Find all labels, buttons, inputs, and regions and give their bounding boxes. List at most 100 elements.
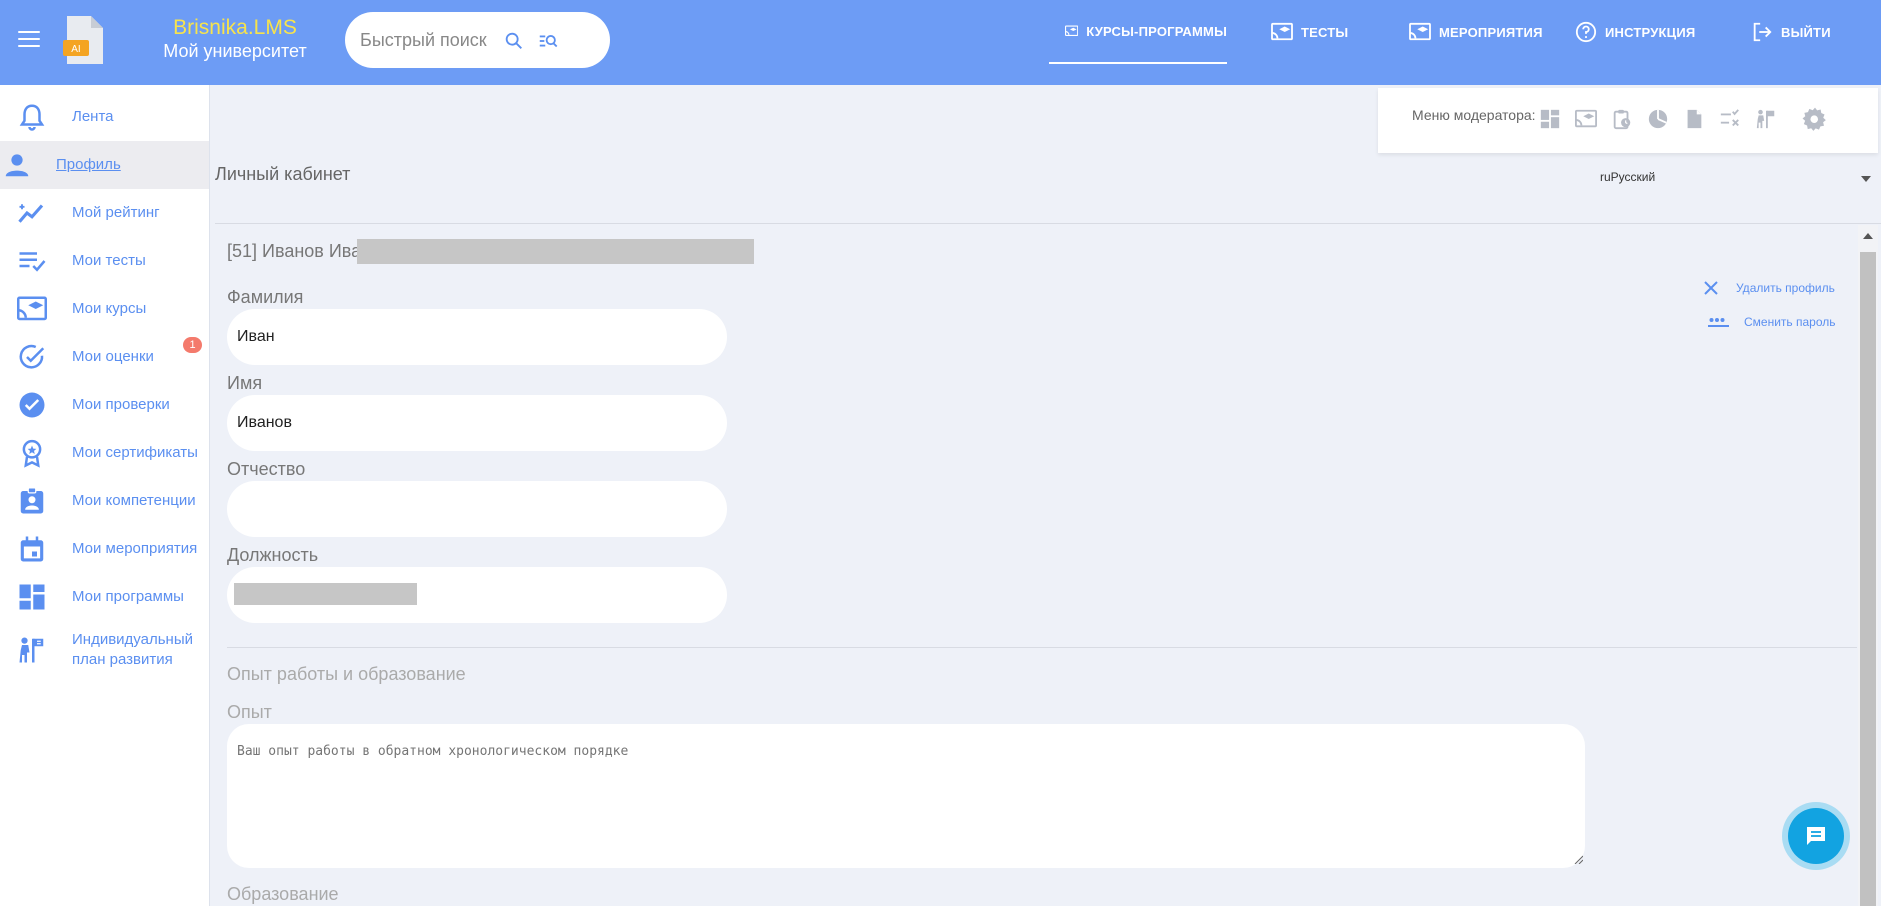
divider (227, 647, 1857, 648)
nav-logout[interactable]: ВЫЙТИ (1751, 0, 1831, 64)
settings-icon[interactable] (1802, 106, 1828, 132)
moderator-menu: Меню модератора: (1378, 88, 1878, 153)
cast-education-icon (1271, 22, 1293, 41)
password-icon (1708, 318, 1729, 327)
file-icon[interactable] (1683, 108, 1705, 130)
sidebar-item-courses[interactable]: Мои курсы (0, 285, 209, 333)
sidebar-item-label: Мои компетенции (72, 492, 196, 509)
nav-label: ТЕСТЫ (1301, 24, 1349, 40)
field-label-lastname: Фамилия (227, 287, 304, 307)
change-password-button[interactable]: Сменить пароль (1708, 315, 1836, 329)
scrollbar[interactable] (1858, 225, 1878, 906)
sidebar-item-development-plan[interactable]: Индивидуальный план развития (0, 621, 209, 679)
field-label-experience: Опыт (227, 702, 272, 722)
sidebar-item-programs[interactable]: Мои программы (0, 573, 209, 621)
field-label-education: Образование (227, 884, 339, 904)
trending-up-icon (18, 204, 44, 223)
sidebar-item-competencies[interactable]: Мои компетенции (0, 477, 209, 525)
section-title: Опыт работы и образование (227, 664, 466, 684)
field-label-position: Должность (227, 545, 319, 565)
page-title: Личный кабинет (215, 164, 351, 184)
sidebar-item-label: Мои курсы (72, 300, 147, 317)
goal-person-icon (19, 637, 44, 663)
field-label-patronymic: Отчество (227, 459, 306, 479)
grading-icon (19, 392, 45, 418)
nav-courses-programs[interactable]: КУРСЫ-ПРОГРАММЫ (1049, 0, 1227, 64)
moderator-menu-label: Меню модератора: (1412, 107, 1536, 123)
sidebar-item-label: Профиль (56, 156, 121, 173)
firstname-field[interactable] (227, 395, 727, 451)
experience-textarea[interactable] (227, 724, 1585, 868)
cast-education-icon (1409, 22, 1431, 41)
field-label-firstname: Имя (227, 373, 263, 393)
goal-person-icon[interactable] (1755, 108, 1777, 130)
notification-badge: 1 (183, 337, 202, 353)
check-circle-icon (19, 344, 45, 369)
sidebar: Лента Профиль Мой рейтинг Мои тесты Мои … (0, 85, 210, 906)
top-app-bar: AI Brisnika.LMS Мой университет КУРСЫ-ПР… (0, 0, 1881, 85)
nav-instructions[interactable]: ИНСТРУКЦИЯ (1575, 0, 1695, 64)
bell-icon (19, 104, 45, 131)
scrollbar-thumb[interactable] (1860, 252, 1876, 906)
logout-icon (1753, 22, 1772, 42)
nav-label: ИНСТРУКЦИЯ (1605, 24, 1696, 40)
checklist-icon (19, 252, 46, 272)
cast-education-icon[interactable] (1575, 108, 1597, 130)
chat-button[interactable] (1788, 808, 1844, 864)
app-logo: AI (63, 16, 103, 64)
award-icon (22, 439, 42, 468)
change-password-label: Сменить пароль (1744, 315, 1836, 329)
clipboard-clock-icon[interactable] (1611, 108, 1633, 130)
brand-subtitle: Мой университет (163, 41, 307, 61)
sidebar-item-label: Мой рейтинг (72, 204, 160, 221)
resize-handle-icon[interactable] (1573, 854, 1583, 864)
nav-events[interactable]: МЕРОПРИЯТИЯ (1409, 0, 1543, 64)
search-box (345, 12, 610, 68)
language-value: ruРусский (1600, 170, 1656, 184)
language-select[interactable]: ruРусский (1600, 170, 1875, 190)
calendar-icon (20, 536, 44, 562)
sidebar-item-profile[interactable]: Профиль (0, 141, 209, 189)
nav-label: КУРСЫ-ПРОГРАММЫ (1086, 23, 1227, 39)
sidebar-item-label: Мои проверки (72, 396, 170, 413)
sidebar-item-label: Мои мероприятия (72, 540, 198, 557)
chevron-down-icon (1861, 176, 1871, 182)
sidebar-item-certificates[interactable]: Мои сертификаты (0, 429, 209, 477)
brand-name: Brisnika.LMS (173, 16, 297, 39)
sidebar-item-label: Мои программы (72, 588, 184, 605)
menu-icon[interactable] (18, 31, 40, 49)
sidebar-item-rating[interactable]: Мой рейтинг (0, 189, 209, 237)
scroll-up-arrow-icon[interactable] (1863, 233, 1873, 239)
sidebar-item-label: Лента (72, 108, 114, 125)
sidebar-item-label: Индивидуальный план развития (72, 631, 193, 668)
delete-profile-label: Удалить профиль (1736, 281, 1835, 295)
badge-id-icon (20, 487, 44, 514)
svg-text:AI: AI (71, 44, 80, 55)
cast-education-icon (1065, 25, 1079, 36)
nav-label: ВЫЙТИ (1781, 24, 1831, 40)
delete-profile-button[interactable]: Удалить профиль (1702, 279, 1835, 297)
checklist-cross-icon[interactable] (1719, 108, 1741, 130)
pie-chart-icon[interactable] (1647, 108, 1669, 130)
brand[interactable]: Brisnika.LMS Мой университет (160, 16, 310, 62)
sidebar-item-feed[interactable]: Лента (0, 93, 209, 141)
advanced-search-icon[interactable] (537, 30, 559, 52)
lastname-field[interactable] (227, 309, 727, 365)
sidebar-item-label: Мои сертификаты (72, 444, 198, 461)
sidebar-item-events[interactable]: Мои мероприятия (0, 525, 209, 573)
dashboard-icon[interactable] (1539, 108, 1561, 130)
help-circle-icon (1575, 21, 1597, 43)
sidebar-item-reviews[interactable]: Мои проверки (0, 381, 209, 429)
dashboard-icon (19, 584, 45, 610)
close-icon (1704, 281, 1718, 295)
patronymic-field[interactable] (227, 481, 727, 537)
cast-education-icon (17, 296, 47, 321)
redacted-block (234, 583, 417, 605)
sidebar-item-grades[interactable]: Мои оценки 1 (0, 333, 209, 381)
divider (215, 223, 1881, 224)
sidebar-item-label: Мои оценки (72, 348, 154, 365)
sidebar-item-tests[interactable]: Мои тесты (0, 237, 209, 285)
search-icon[interactable] (503, 30, 525, 52)
nav-tests[interactable]: ТЕСТЫ (1271, 0, 1348, 64)
redacted-block (357, 239, 754, 264)
